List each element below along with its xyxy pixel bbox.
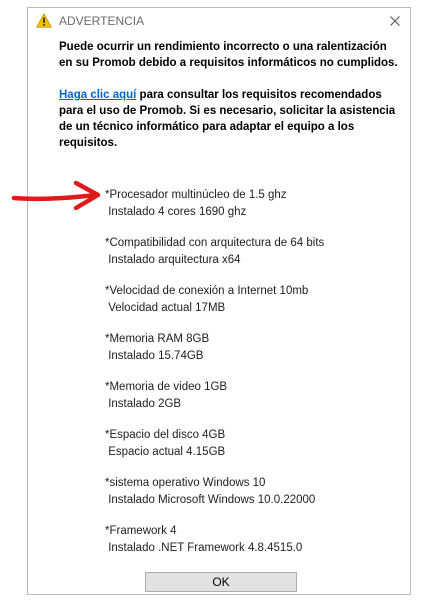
info-message: Haga clic aquí para consultar los requis… xyxy=(59,87,399,151)
message-area: Puede ocurrir un rendimiento incorrecto … xyxy=(59,39,399,151)
requirement-item: *Memoria RAM 8GB Instalado 15.74GB xyxy=(105,331,324,379)
title-bar: ADVERTENCIA xyxy=(28,8,410,34)
requirement-item: *Velocidad de conexión a Internet 10mb V… xyxy=(105,283,324,331)
warning-dialog: ADVERTENCIA Puede ocurrir un rendimiento… xyxy=(27,7,411,595)
requirement-item: *sistema operativo Windows 10 Instalado … xyxy=(105,475,324,523)
requirement-actual: Instalado arquitectura x64 xyxy=(105,254,241,266)
requirement-required: *Memoria RAM 8GB xyxy=(105,333,210,345)
requirement-actual: Instalado Microsoft Windows 10.0.22000 xyxy=(105,494,316,506)
requirements-link[interactable]: Haga clic aquí xyxy=(59,89,136,101)
requirement-item: *Compatibilidad con arquitectura de 64 b… xyxy=(105,235,324,283)
requirement-item: *Espacio del disco 4GB Espacio actual 4.… xyxy=(105,427,324,475)
requirement-actual: Instalado .NET Framework 4.8.4515.0 xyxy=(105,542,303,554)
requirement-required: *Memoria de video 1GB xyxy=(105,381,228,393)
close-icon[interactable] xyxy=(386,12,404,30)
requirement-actual: Instalado 15.74GB xyxy=(105,350,204,362)
requirement-actual: Instalado 2GB xyxy=(105,398,182,410)
requirement-item: *Procesador multinúcleo de 1.5 ghz Insta… xyxy=(105,187,324,235)
requirement-required: *Compatibilidad con arquitectura de 64 b… xyxy=(105,237,325,249)
requirement-required: *Velocidad de conexión a Internet 10mb xyxy=(105,285,309,297)
warning-message: Puede ocurrir un rendimiento incorrecto … xyxy=(59,41,398,69)
requirement-required: *Procesador multinúcleo de 1.5 ghz xyxy=(105,189,287,201)
requirement-required: *sistema operativo Windows 10 xyxy=(105,477,266,489)
requirement-item: *Framework 4 Instalado .NET Framework 4.… xyxy=(105,523,324,571)
dialog-title: ADVERTENCIA xyxy=(59,14,145,28)
red-arrow-annotation xyxy=(11,180,101,211)
requirement-item: *Memoria de video 1GB Instalado 2GB xyxy=(105,379,324,427)
ok-button[interactable]: OK xyxy=(145,572,297,592)
requirement-actual: Instalado 4 cores 1690 ghz xyxy=(105,206,247,218)
warning-icon xyxy=(36,13,52,28)
requirement-required: *Espacio del disco 4GB xyxy=(105,429,226,441)
requirements-list: *Procesador multinúcleo de 1.5 ghz Insta… xyxy=(105,187,324,571)
requirement-actual: Velocidad actual 17MB xyxy=(105,302,226,314)
requirement-required: *Framework 4 xyxy=(105,525,177,537)
requirement-actual: Espacio actual 4.15GB xyxy=(105,446,226,458)
